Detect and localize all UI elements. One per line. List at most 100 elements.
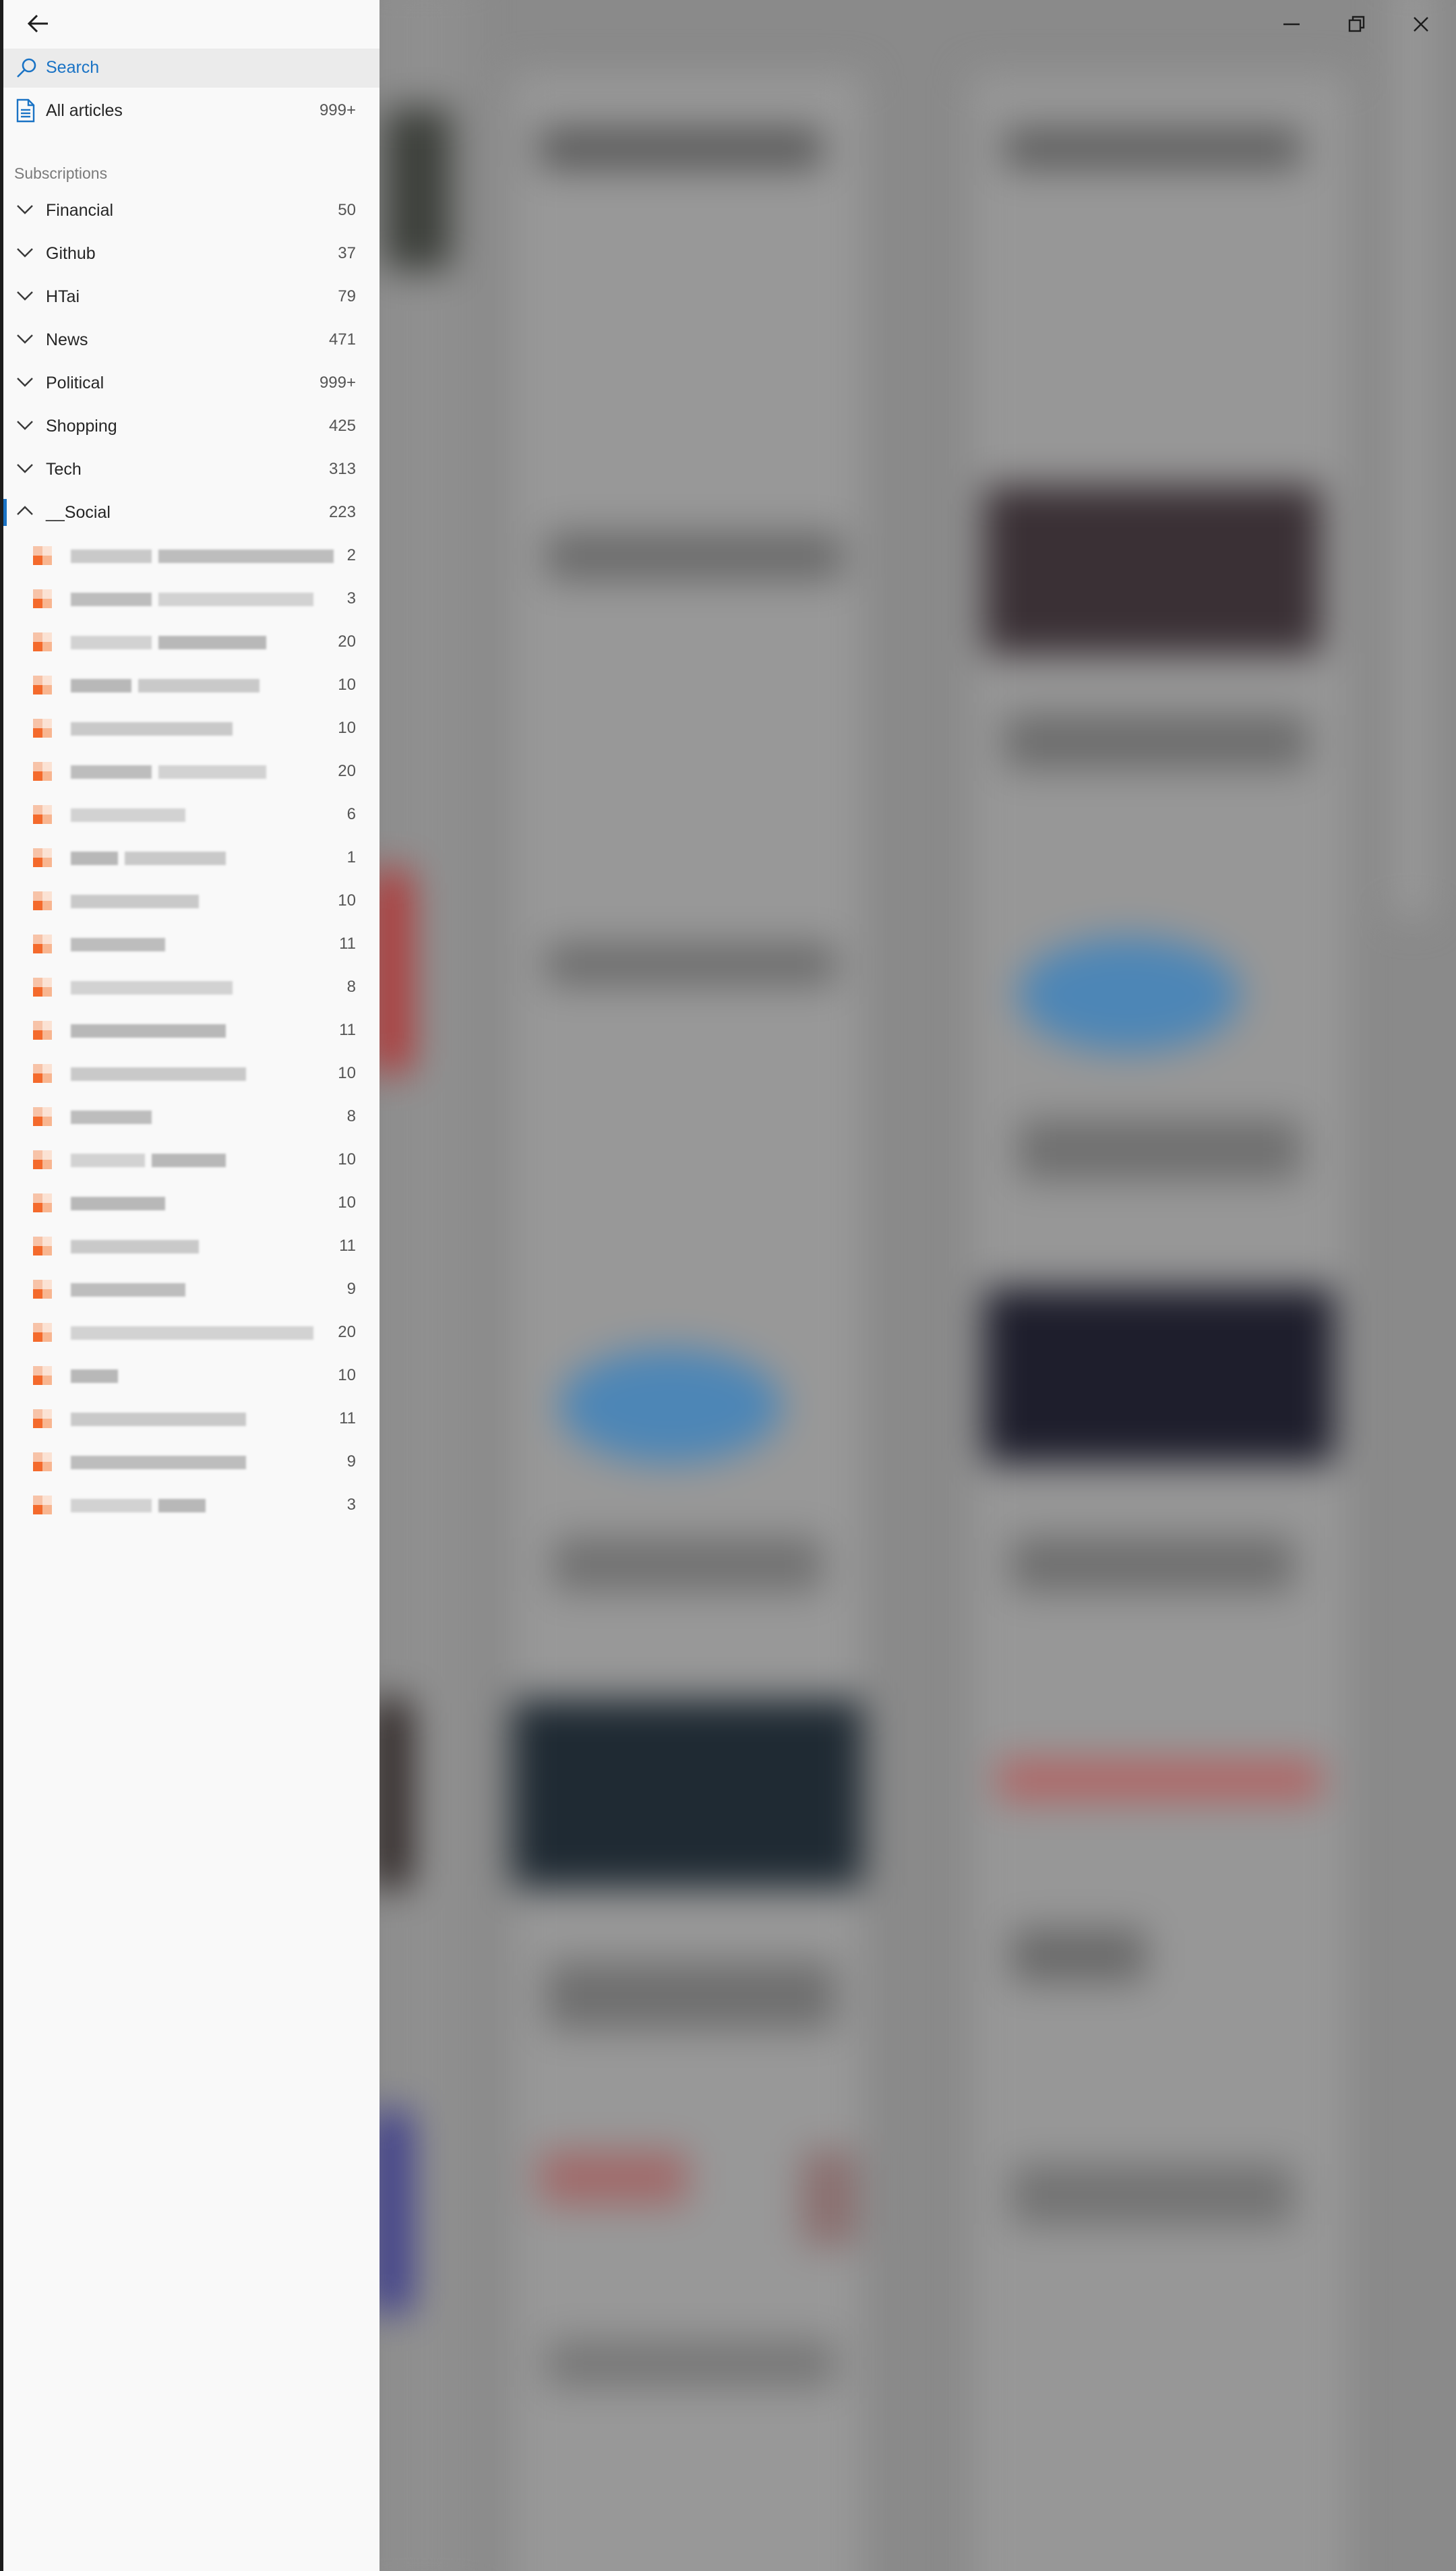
feed-item[interactable]: 3	[3, 577, 380, 620]
chevron-down-icon[interactable]	[16, 375, 34, 392]
feed-item[interactable]: 10	[3, 1181, 380, 1224]
feed-count: 10	[338, 1193, 356, 1212]
feed-favicon-icon	[33, 1150, 52, 1169]
back-button[interactable]	[17, 8, 60, 39]
feed-favicon-icon	[33, 1409, 52, 1428]
chevron-down-icon[interactable]	[16, 202, 34, 219]
feed-favicon-icon	[33, 891, 52, 910]
category-label: Political	[46, 374, 104, 392]
back-arrow-icon	[27, 14, 48, 33]
feed-count: 20	[338, 762, 356, 780]
feed-favicon-icon	[33, 762, 52, 781]
feed-count: 9	[346, 1280, 356, 1298]
feed-item[interactable]: 8	[3, 1095, 380, 1138]
chevron-down-icon[interactable]	[16, 245, 34, 262]
category-label: Github	[46, 244, 96, 263]
category-label: Tech	[46, 460, 82, 479]
feed-count: 1	[346, 848, 356, 866]
feed-count: 10	[338, 1064, 356, 1082]
chevron-down-icon[interactable]	[16, 289, 34, 305]
feed-favicon-icon	[33, 719, 52, 738]
feed-item[interactable]: 6	[3, 793, 380, 836]
feed-item[interactable]: 9	[3, 1440, 380, 1483]
feed-item[interactable]: 3	[3, 1483, 380, 1527]
category-financial[interactable]: Financial 50	[3, 189, 380, 232]
feed-count: 8	[346, 1107, 356, 1125]
feed-count: 10	[338, 1150, 356, 1169]
all-articles-label: All articles	[46, 101, 123, 120]
category-count: 37	[338, 244, 356, 262]
feed-item[interactable]: 10	[3, 663, 380, 707]
category-github[interactable]: Github 37	[3, 232, 380, 275]
feed-favicon-icon	[33, 1280, 52, 1299]
feed-favicon-icon	[33, 1021, 52, 1040]
feed-favicon-icon	[33, 589, 52, 608]
category-count: 471	[328, 330, 356, 349]
feed-favicon-icon	[33, 848, 52, 867]
feed-favicon-icon	[33, 1237, 52, 1255]
feed-favicon-icon	[33, 978, 52, 997]
category-label: News	[46, 330, 88, 349]
category-social[interactable]: __Social 223	[3, 491, 380, 534]
search-button[interactable]: Search	[3, 49, 380, 88]
feed-favicon-icon	[33, 1193, 52, 1212]
feed-favicon-icon	[33, 1107, 52, 1126]
feed-item[interactable]: 8	[3, 966, 380, 1009]
feed-item[interactable]: 10	[3, 1354, 380, 1397]
category-political[interactable]: Political 999+	[3, 361, 380, 405]
feed-count: 10	[338, 676, 356, 694]
category-shopping[interactable]: Shopping 425	[3, 405, 380, 448]
feed-item[interactable]: 10	[3, 1052, 380, 1095]
feed-favicon-icon	[33, 1064, 52, 1083]
restore-button[interactable]	[1324, 4, 1389, 45]
category-news[interactable]: News 471	[3, 318, 380, 361]
feed-item[interactable]: 9	[3, 1268, 380, 1311]
category-label: Shopping	[46, 417, 117, 436]
feed-count: 10	[338, 719, 356, 737]
feed-favicon-icon	[33, 676, 52, 695]
feed-item[interactable]: 20	[3, 620, 380, 663]
category-count: 223	[328, 503, 356, 521]
feed-item[interactable]: 10	[3, 1138, 380, 1181]
feed-count: 11	[339, 1409, 356, 1427]
feed-item[interactable]: 1	[3, 836, 380, 879]
category-label: Financial	[46, 201, 114, 220]
selection-indicator	[3, 499, 7, 526]
feed-item[interactable]: 11	[3, 1009, 380, 1052]
category-label: HTai	[46, 287, 80, 306]
category-htai[interactable]: HTai 79	[3, 275, 380, 318]
chevron-down-icon[interactable]	[16, 418, 34, 435]
feed-favicon-icon	[33, 1366, 52, 1385]
feed-item[interactable]: 10	[3, 879, 380, 922]
category-count: 313	[328, 460, 356, 478]
feed-count: 2	[346, 546, 356, 564]
feed-count: 8	[346, 978, 356, 996]
chevron-up-icon[interactable]	[16, 504, 34, 521]
category-count: 999+	[319, 374, 356, 392]
feed-item[interactable]: 10	[3, 707, 380, 750]
feed-item[interactable]: 11	[3, 1397, 380, 1440]
feed-item[interactable]: 11	[3, 1224, 380, 1268]
minimize-button[interactable]	[1259, 4, 1324, 45]
feed-item[interactable]: 20	[3, 750, 380, 793]
category-count: 425	[328, 417, 356, 435]
category-count: 50	[338, 201, 356, 219]
feed-count: 20	[338, 632, 356, 651]
document-icon	[16, 98, 36, 126]
chevron-down-icon[interactable]	[16, 461, 34, 478]
restore-icon	[1348, 16, 1365, 32]
feed-count: 10	[338, 1366, 356, 1384]
feed-count: 10	[338, 891, 356, 910]
navigation-pane: Search All articles 999+ Subscriptions F…	[0, 0, 380, 2571]
all-articles-item[interactable]: All articles 999+	[3, 89, 380, 132]
chevron-down-icon[interactable]	[16, 332, 34, 349]
feed-favicon-icon	[33, 805, 52, 824]
feed-item[interactable]: 20	[3, 1311, 380, 1354]
search-icon	[16, 57, 38, 83]
feed-item[interactable]: 11	[3, 922, 380, 966]
close-button[interactable]	[1389, 4, 1453, 45]
category-tech[interactable]: Tech 313	[3, 448, 380, 491]
feed-item[interactable]: 2	[3, 534, 380, 577]
feed-favicon-icon	[33, 1496, 52, 1514]
feed-count: 11	[339, 935, 356, 953]
